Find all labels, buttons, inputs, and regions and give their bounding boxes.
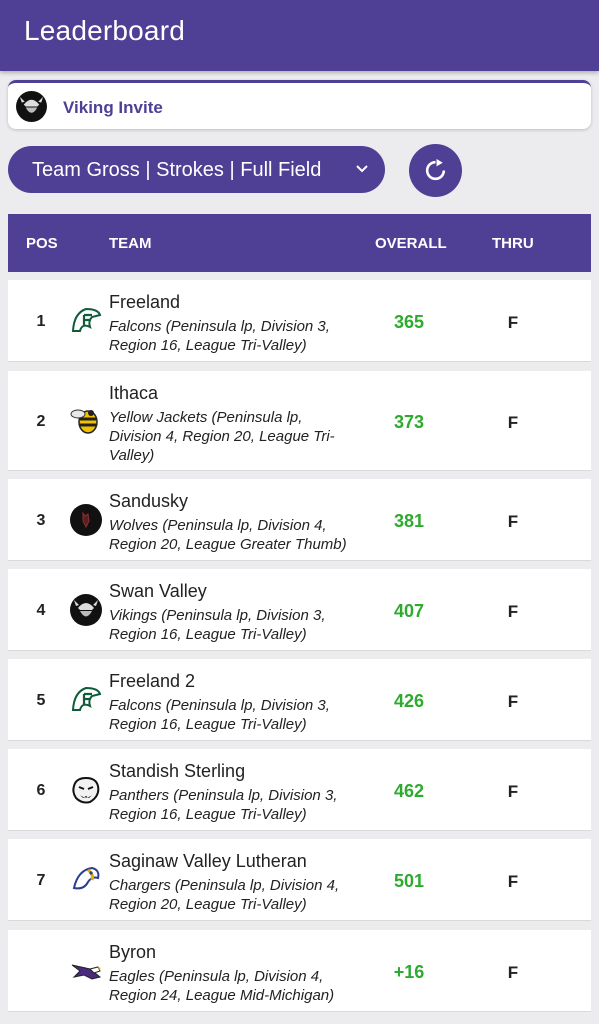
row-position: 5 — [36, 692, 46, 709]
thru-status: F — [507, 782, 519, 801]
team-description: Wolves (Peninsula lp, Division 4, Region… — [109, 517, 347, 553]
team-name: Saginaw Valley Lutheran — [109, 851, 307, 871]
thru-status: F — [507, 872, 519, 891]
eagle-logo-icon — [71, 964, 102, 980]
refresh-button[interactable] — [409, 144, 462, 197]
overall-score: 381 — [393, 511, 425, 531]
table-row[interactable]: 2 Ithaca Yellow Jackets (Peninsula lp, D… — [8, 371, 591, 471]
team-name: Sandusky — [109, 491, 189, 511]
team-description: Eagles (Peninsula lp, Division 4, Region… — [109, 968, 335, 1004]
overall-score: +16 — [393, 962, 425, 982]
panther-logo-icon — [72, 776, 100, 804]
team-name: Byron — [109, 942, 157, 962]
team-name: Standish Sterling — [109, 761, 246, 781]
team-description: Chargers (Peninsula lp, Division 4, Regi… — [109, 877, 340, 913]
column-header-pos: POS — [26, 235, 58, 252]
overall-score: 501 — [393, 871, 425, 891]
overall-score: 426 — [393, 691, 425, 711]
falcon-logo-icon — [71, 307, 102, 332]
row-position: 2 — [36, 413, 46, 430]
table-row[interactable]: 1 Freeland Falcons (Peninsula lp, Divisi… — [8, 280, 591, 362]
row-position: 3 — [36, 512, 46, 529]
thru-status: F — [507, 963, 519, 982]
event-card[interactable]: Viking Invite — [8, 80, 591, 129]
row-position: 6 — [36, 782, 46, 799]
table-row[interactable]: 4 Swan Valley Vikings (Peninsula lp, Div… — [8, 569, 591, 651]
thru-status: F — [507, 512, 519, 531]
app-bar: Leaderboard — [0, 0, 599, 71]
chevron-down-icon — [356, 165, 368, 173]
team-name: Ithaca — [109, 383, 159, 403]
table-row[interactable]: 5 Freeland 2 Falcons (Peninsula lp, Divi… — [8, 659, 591, 741]
row-position: 4 — [36, 602, 46, 619]
column-header-thru: THRU — [492, 235, 534, 252]
falcon-logo-icon — [71, 686, 102, 711]
overall-score: 365 — [393, 312, 425, 332]
column-header-team: TEAM — [109, 235, 152, 252]
thru-status: F — [507, 413, 519, 432]
charger-logo-icon — [72, 866, 100, 890]
row-position: 7 — [36, 872, 46, 889]
filter-label: Team Gross | Strokes | Full Field — [32, 159, 322, 181]
yellow-jacket-logo-icon — [70, 409, 98, 434]
overall-score: 462 — [393, 781, 425, 801]
team-description: Panthers (Peninsula lp, Division 3, Regi… — [109, 787, 338, 823]
thru-status: F — [507, 313, 519, 332]
table-row[interactable]: 3 Sandusky Wolves (Peninsula lp, Divisio… — [8, 479, 591, 561]
team-description: Falcons (Peninsula lp, Division 3, Regio… — [109, 318, 330, 354]
column-header-overall: OVERALL — [375, 235, 447, 252]
table-header: POS TEAM OVERALL THRU — [8, 214, 591, 272]
row-position: 1 — [36, 313, 46, 330]
wolf-logo-icon — [70, 504, 102, 536]
team-description: Vikings (Peninsula lp, Division 3, Regio… — [109, 607, 326, 643]
team-description: Falcons (Peninsula lp, Division 3, Regio… — [109, 697, 330, 733]
table-row[interactable]: Byron Eagles (Peninsula lp, Division 4, … — [8, 930, 591, 1012]
viking-logo-icon — [16, 91, 47, 122]
thru-status: F — [507, 602, 519, 621]
team-name: Freeland — [109, 292, 181, 312]
overall-score: 373 — [393, 412, 425, 432]
viking-logo-icon — [70, 594, 102, 626]
leaderboard-filter-dropdown[interactable]: Team Gross | Strokes | Full Field — [8, 146, 385, 193]
team-description: Yellow Jackets (Peninsula lp, Division 4… — [109, 409, 335, 464]
table-row[interactable]: 7 Saginaw Valley Lutheran Chargers (Peni… — [8, 839, 591, 921]
thru-status: F — [507, 692, 519, 711]
table-row[interactable]: 6 Standish Sterling Panthers (Peninsula … — [8, 749, 591, 831]
team-name: Freeland 2 — [109, 671, 196, 691]
event-name: Viking Invite — [63, 98, 163, 117]
overall-score: 407 — [393, 601, 425, 621]
team-name: Swan Valley — [109, 581, 207, 601]
refresh-icon — [425, 159, 446, 181]
page-title: Leaderboard — [24, 15, 185, 46]
